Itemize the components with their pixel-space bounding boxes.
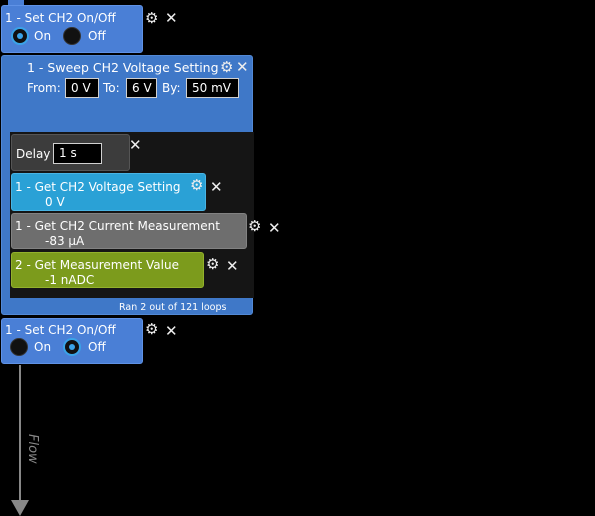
- delay-input[interactable]: 1 s: [53, 143, 102, 164]
- by-input[interactable]: 50 mV: [186, 78, 239, 98]
- get-voltage-value: 0 V: [45, 195, 65, 209]
- gear-icon[interactable]: ⚙: [145, 322, 158, 337]
- set-ch2-onoff-block-2[interactable]: 1 - Set CH2 On/Off On Off: [1, 318, 143, 364]
- sweep-status: Ran 2 out of 121 loops: [119, 302, 227, 313]
- close-icon[interactable]: ✕: [210, 180, 223, 195]
- get-measure-title: 2 - Get Measurement Value: [15, 258, 179, 272]
- radio-off-label: Off: [88, 29, 106, 43]
- close-icon[interactable]: ✕: [165, 324, 178, 339]
- to-input[interactable]: 6 V: [126, 78, 157, 98]
- get-current-title: 1 - Get CH2 Current Measurement: [15, 219, 220, 233]
- radio-on-label: On: [34, 29, 52, 43]
- by-label: By:: [162, 81, 181, 95]
- get-measurement-block[interactable]: 2 - Get Measurement Value -1 nADC: [11, 252, 204, 288]
- gear-icon[interactable]: ⚙: [248, 219, 261, 234]
- radio-on-label: On: [34, 340, 52, 354]
- radio-on[interactable]: [10, 338, 28, 356]
- from-label: From:: [27, 81, 61, 95]
- close-icon[interactable]: ✕: [226, 259, 239, 274]
- flow-arrowhead: [11, 500, 29, 516]
- get-voltage-title: 1 - Get CH2 Voltage Setting: [15, 180, 181, 194]
- close-icon[interactable]: ✕: [268, 221, 281, 236]
- close-icon[interactable]: ✕: [129, 138, 142, 153]
- get-measure-value: -1 nADC: [45, 273, 95, 287]
- to-label: To:: [103, 81, 120, 95]
- gear-icon[interactable]: ⚙: [145, 11, 158, 26]
- from-input[interactable]: 0 V: [65, 78, 99, 98]
- radio-off-label: Off: [88, 340, 106, 354]
- flow-label: Flow: [25, 434, 40, 464]
- delay-block[interactable]: Delay 1 s: [11, 134, 130, 171]
- get-ch2-current-block[interactable]: 1 - Get CH2 Current Measurement -83 μA: [11, 213, 247, 249]
- gear-icon[interactable]: ⚙: [220, 60, 233, 75]
- set-ch2-onoff-block-1[interactable]: 1 - Set CH2 On/Off On Off: [1, 5, 143, 53]
- block-title: 1 - Set CH2 On/Off: [5, 323, 116, 337]
- get-ch2-voltage-block[interactable]: 1 - Get CH2 Voltage Setting 0 V: [11, 173, 206, 211]
- get-current-value: -83 μA: [45, 234, 85, 248]
- gear-icon[interactable]: ⚙: [206, 257, 219, 272]
- radio-off[interactable]: [63, 338, 81, 356]
- radio-on[interactable]: [11, 27, 29, 45]
- flow-line: [19, 365, 21, 501]
- block-title: 1 - Set CH2 On/Off: [5, 11, 116, 25]
- radio-off[interactable]: [63, 27, 81, 45]
- sweep-title: 1 - Sweep CH2 Voltage Setting: [27, 60, 219, 75]
- gear-icon[interactable]: ⚙: [190, 178, 203, 193]
- close-icon[interactable]: ✕: [236, 60, 249, 75]
- delay-label: Delay: [16, 147, 51, 161]
- close-icon[interactable]: ✕: [165, 11, 178, 26]
